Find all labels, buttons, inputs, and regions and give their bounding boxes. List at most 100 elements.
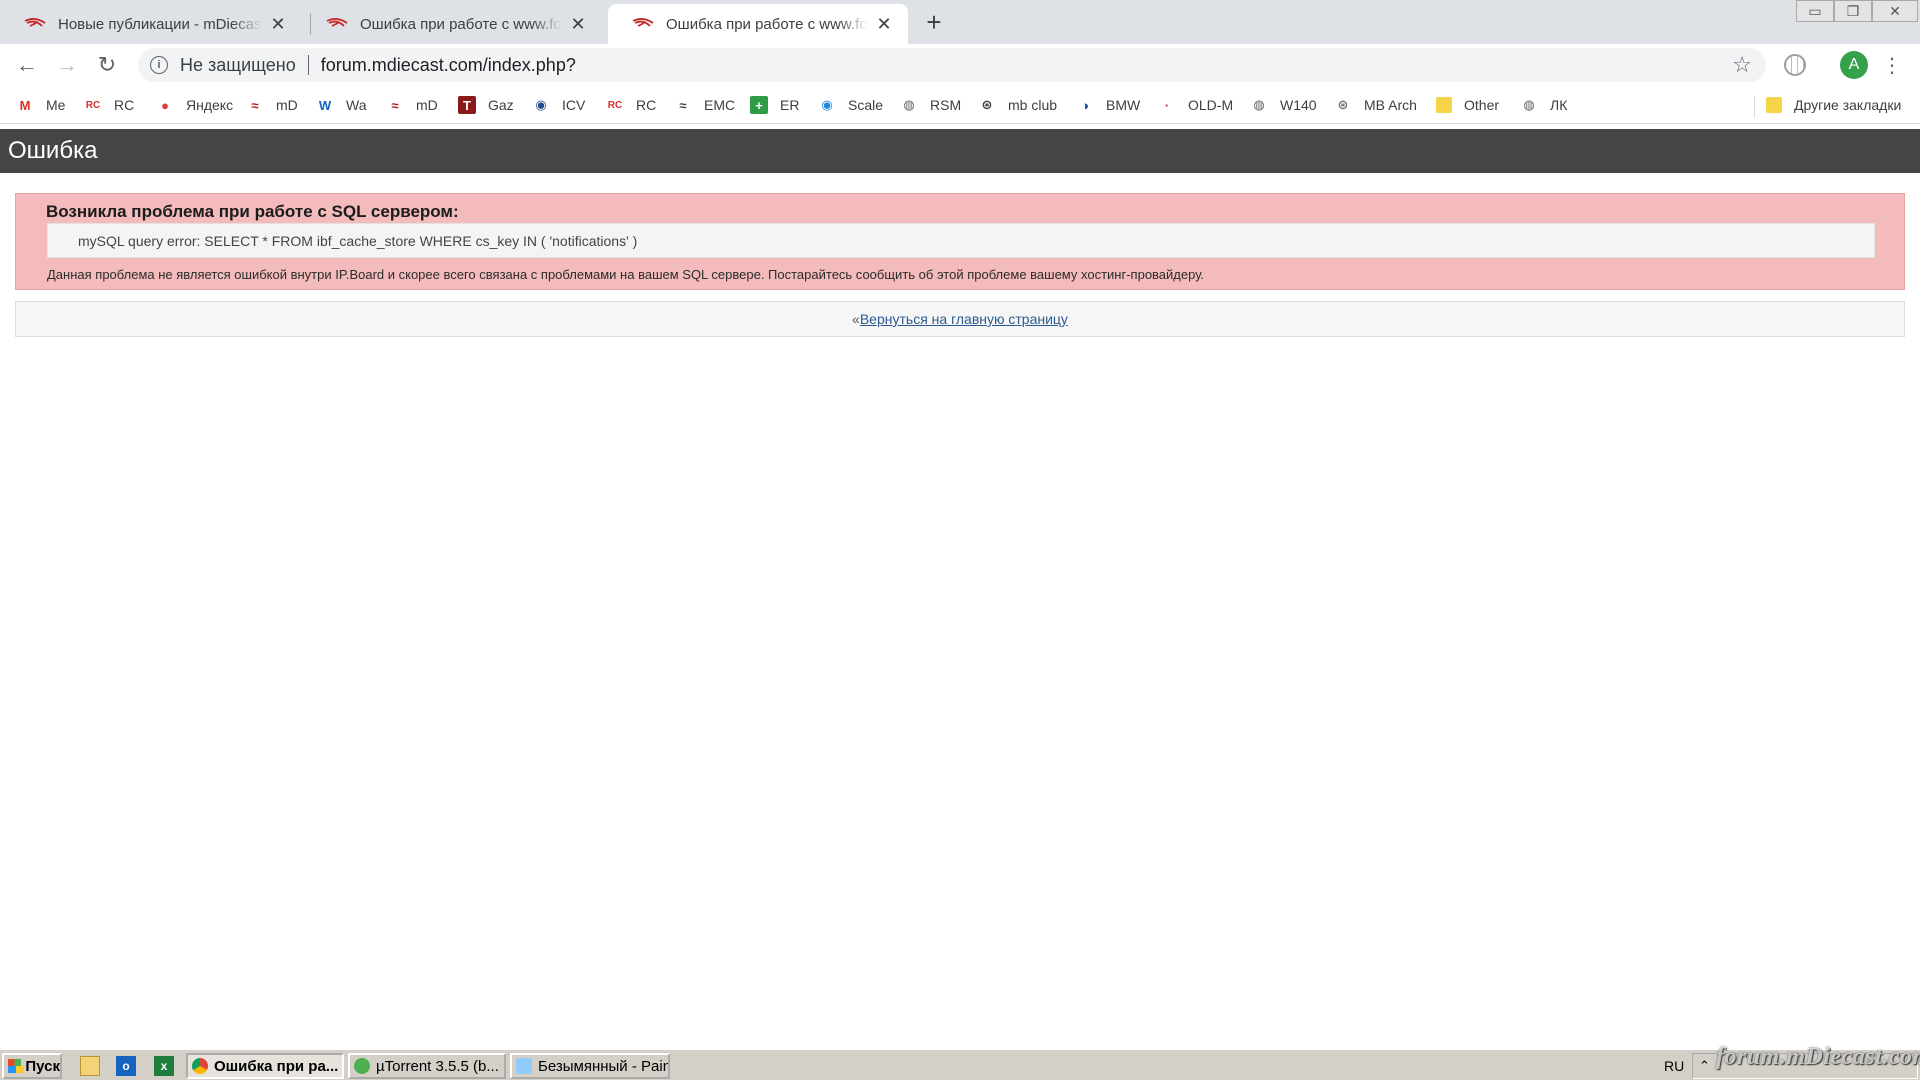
- start-button[interactable]: Пуск: [2, 1053, 62, 1079]
- bookmark-item[interactable]: ≈ mD: [386, 95, 438, 115]
- bookmark-item[interactable]: ⊛ MB Arch: [1334, 95, 1417, 115]
- car-icon: ◉: [821, 97, 833, 112]
- mercedes-icon: ⊛: [981, 97, 993, 112]
- tab-close-icon[interactable]: ✕: [874, 14, 894, 34]
- bookmark-label: Gaz: [488, 97, 514, 113]
- mdiecast-favicon-icon: [326, 18, 348, 27]
- tray-expand-icon[interactable]: ⌃: [1699, 1058, 1710, 1074]
- kebab-menu-icon[interactable]: ⋮: [1882, 50, 1902, 80]
- taskbar-paint-window[interactable]: Безымянный - Paint: [510, 1053, 670, 1079]
- error-code-block: mySQL query error: SELECT * FROM ibf_cac…: [47, 223, 1875, 258]
- tab-title: Ошибка при работе с www.forum.mdiecast.c…: [666, 15, 868, 33]
- bookmark-item[interactable]: ≈ mD: [246, 95, 298, 115]
- new-tab-button[interactable]: +: [920, 7, 948, 37]
- url-text[interactable]: forum.mdiecast.com/index.php?: [321, 55, 576, 76]
- bookmark-star-icon[interactable]: ☆: [1732, 52, 1752, 78]
- info-icon[interactable]: i: [150, 56, 168, 74]
- back-to-home-link[interactable]: Вернуться на главную страницу: [860, 311, 1068, 327]
- bookmark-item[interactable]: W Wa: [316, 95, 367, 115]
- bookmark-item[interactable]: ◍ ЛК: [1520, 95, 1567, 115]
- bookmark-label: RC: [636, 97, 657, 113]
- windows-taskbar: Пуск o x Ошибка при ра... µTorrent 3.5.5…: [0, 1048, 1920, 1080]
- excel-icon[interactable]: x: [154, 1056, 174, 1076]
- bookmark-item[interactable]: + ER: [750, 95, 799, 115]
- mdiecast-favicon-icon: [24, 18, 46, 27]
- bookmark-label: W140: [1280, 97, 1317, 113]
- rc-icon: RC: [85, 99, 101, 111]
- close-window-icon[interactable]: ✕: [1872, 0, 1918, 22]
- error-title: Возникла проблема при работе с SQL серве…: [46, 202, 459, 221]
- bookmarks-bar: M Me RC RC ● Яндекс ≈ mD W Wa ≈ mD T Gaz ◉ ICV RC RC ≈ EMC +…: [0, 86, 1920, 124]
- taskbar-chrome-window[interactable]: Ошибка при ра...: [186, 1053, 344, 1079]
- taskbar-button-label: Безымянный - Paint: [538, 1057, 670, 1075]
- security-label[interactable]: Не защищено: [180, 55, 296, 76]
- bookmark-label: ER: [780, 97, 800, 113]
- restore-icon[interactable]: ❐: [1834, 0, 1872, 22]
- tab-title: Новые публикации - mDiecast Forum: [58, 15, 262, 33]
- car-icon: ◉: [535, 97, 547, 112]
- bookmark-label: mD: [276, 97, 298, 113]
- tab-close-icon[interactable]: ✕: [268, 14, 288, 34]
- bookmark-item[interactable]: ⊛ mb club: [978, 95, 1057, 115]
- bookmark-label: EMC: [704, 97, 736, 113]
- bookmark-label: mb club: [1008, 97, 1058, 113]
- bookmark-item[interactable]: ◉ ICV: [532, 95, 585, 115]
- bookmark-item[interactable]: Other: [1436, 95, 1499, 115]
- taskbar-button-label: µTorrent 3.5.5 (b...: [376, 1057, 499, 1075]
- other-bookmarks-folder[interactable]: Другие закладки: [1766, 95, 1901, 115]
- w-icon: W: [318, 97, 332, 113]
- mdiecast-icon: ≈: [251, 97, 259, 113]
- windows-flag-icon: [8, 1059, 25, 1073]
- bookmark-item[interactable]: T Gaz: [458, 95, 514, 115]
- folder-icon: [1766, 97, 1782, 113]
- tab-3-active[interactable]: Ошибка при работе с www.forum.mdiecast.c…: [608, 4, 908, 44]
- extension-globe-icon[interactable]: [1784, 54, 1806, 76]
- mdiecast-favicon-icon: [632, 18, 654, 27]
- profile-avatar[interactable]: A: [1840, 51, 1868, 79]
- rc-icon: RC: [607, 99, 623, 111]
- system-tray: ⌃: [1692, 1053, 1918, 1079]
- bookmark-item[interactable]: M Me: [16, 95, 66, 115]
- tab-1[interactable]: Новые публикации - mDiecast Forum ✕: [0, 4, 302, 44]
- mdiecast-icon: ≈: [679, 97, 687, 113]
- address-bar[interactable]: i Не защищено forum.mdiecast.com/index.p…: [138, 48, 1766, 82]
- tab-close-icon[interactable]: ✕: [568, 14, 588, 34]
- tab-title: Ошибка при работе с www.forum.mdiecast.c…: [360, 15, 562, 33]
- bookmark-label: Wa: [346, 97, 367, 113]
- bookmark-item[interactable]: ◉ Scale: [818, 95, 883, 115]
- bookmark-item[interactable]: ● Яндекс: [156, 95, 233, 115]
- mdiecast-icon: ≈: [391, 97, 399, 113]
- bmw-icon: ◑: [1081, 97, 1089, 113]
- bookmark-label: MB Arch: [1364, 97, 1417, 113]
- bookmark-label: BMW: [1106, 97, 1141, 113]
- bookmark-label: RSM: [930, 97, 962, 113]
- back-arrow-icon[interactable]: ←: [12, 50, 42, 80]
- bookmark-item[interactable]: ◍ RSM: [900, 95, 961, 115]
- tab-strip: Новые публикации - mDiecast Forum ✕ Ошиб…: [0, 0, 1920, 44]
- bookmark-label: Other: [1464, 97, 1500, 113]
- bookmark-label: Scale: [848, 97, 884, 113]
- browser-toolbar: ← → ↻ i Не защищено forum.mdiecast.com/i…: [0, 44, 1920, 86]
- utorrent-icon: [354, 1058, 370, 1074]
- bookmark-item[interactable]: RC RC: [606, 95, 656, 115]
- mail-icon: M: [19, 97, 31, 113]
- minimize-icon[interactable]: ▭: [1796, 0, 1834, 22]
- globe-icon: ◍: [903, 97, 915, 112]
- forward-arrow-icon[interactable]: →: [52, 50, 82, 80]
- tab-2[interactable]: Ошибка при работе с www.forum.mdiecast.c…: [302, 4, 602, 44]
- bookmark-label: RC: [114, 97, 135, 113]
- bookmark-item[interactable]: ≈ EMC: [674, 95, 735, 115]
- explorer-icon[interactable]: [80, 1056, 100, 1076]
- bookmark-item[interactable]: ◑ BMW: [1076, 95, 1140, 115]
- t-icon: T: [458, 96, 476, 114]
- bookmark-item[interactable]: · OLD-M: [1158, 95, 1233, 115]
- outlook-icon[interactable]: o: [116, 1056, 136, 1076]
- taskbar-utorrent-window[interactable]: µTorrent 3.5.5 (b...: [348, 1053, 506, 1079]
- bookmark-label: mD: [416, 97, 438, 113]
- language-indicator[interactable]: RU: [1664, 1058, 1684, 1074]
- bookmark-item[interactable]: ◍ W140: [1250, 95, 1317, 115]
- small-logo-icon: ·: [1164, 97, 1170, 113]
- reload-icon[interactable]: ↻: [92, 50, 122, 80]
- plus-icon: +: [750, 96, 768, 114]
- bookmark-item[interactable]: RC RC: [84, 95, 134, 115]
